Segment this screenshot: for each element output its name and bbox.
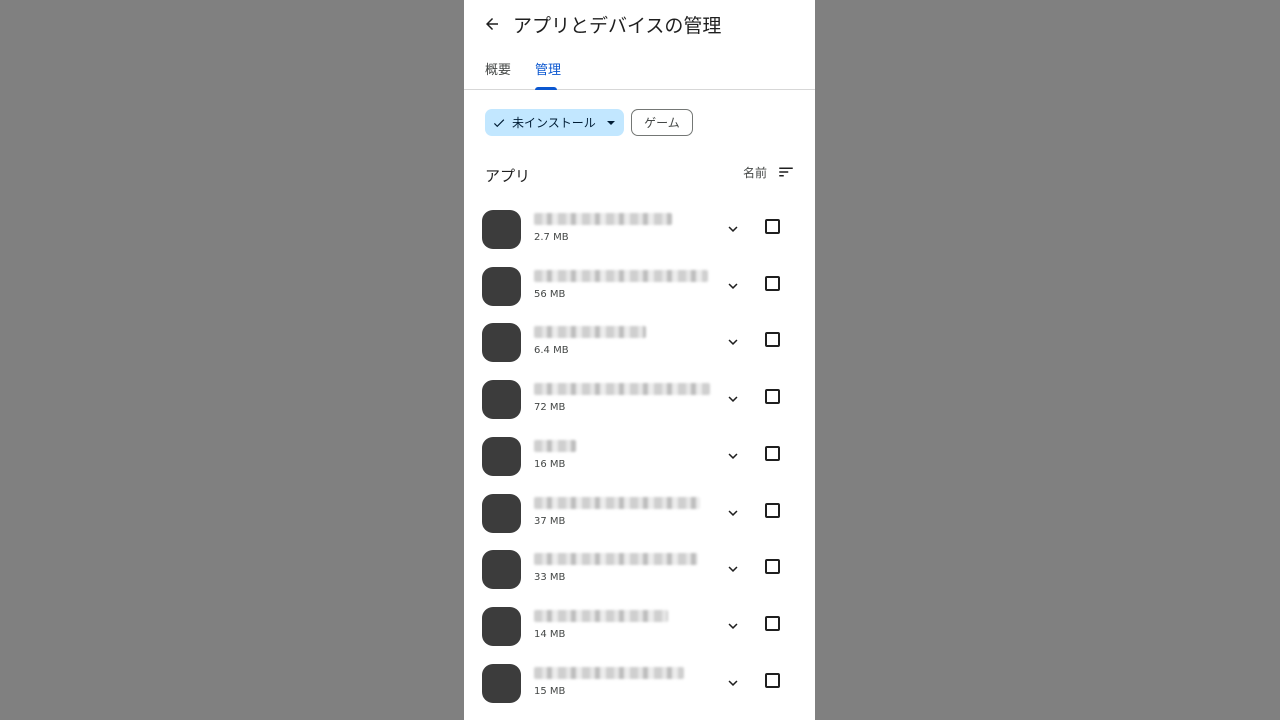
chevron-down-icon[interactable]	[724, 560, 742, 578]
select-checkbox[interactable]	[765, 673, 780, 688]
select-checkbox[interactable]	[765, 559, 780, 574]
chevron-down-icon[interactable]	[724, 617, 742, 635]
app-name-redacted	[534, 440, 576, 452]
app-name-redacted	[534, 270, 708, 282]
list-item[interactable]: 6.4 MB	[464, 313, 815, 369]
app-size: 56 MB	[534, 289, 566, 300]
phone-screen: アプリとデバイスの管理 概要 管理 未インストール ゲーム アプリ 名前 2.7…	[464, 0, 815, 720]
select-checkbox[interactable]	[765, 219, 780, 234]
back-button[interactable]	[476, 8, 508, 40]
active-tab-indicator	[535, 87, 557, 90]
list-item[interactable]: 56 MB	[464, 257, 815, 313]
app-icon	[482, 323, 521, 362]
chevron-down-icon[interactable]	[724, 447, 742, 465]
arrow-back-icon	[486, 18, 498, 30]
select-checkbox[interactable]	[765, 276, 780, 291]
game-chip-label: ゲーム	[644, 116, 680, 130]
chevron-down-icon[interactable]	[724, 504, 742, 522]
tab-manage[interactable]: 管理	[535, 59, 561, 78]
list-item[interactable]: 2.7 MB	[464, 200, 815, 256]
app-icon	[482, 437, 521, 476]
app-icon	[482, 210, 521, 249]
app-icon	[482, 550, 521, 589]
list-item[interactable]: 72 MB	[464, 370, 815, 426]
select-checkbox[interactable]	[765, 332, 780, 347]
sort-label: 名前	[743, 165, 768, 180]
app-size: 2.7 MB	[534, 232, 569, 243]
sort-icon	[779, 167, 793, 177]
sort-button[interactable]: 名前	[743, 163, 795, 181]
app-name-redacted	[534, 497, 700, 509]
app-icon	[482, 664, 521, 703]
app-size: 15 MB	[534, 686, 566, 697]
caret-down-icon	[606, 120, 615, 125]
app-icon	[482, 494, 521, 533]
app-size: 37 MB	[534, 516, 566, 527]
chevron-down-icon[interactable]	[724, 674, 742, 692]
select-checkbox[interactable]	[765, 389, 780, 404]
chevron-down-icon[interactable]	[724, 277, 742, 295]
list-item[interactable]: 37 MB	[464, 484, 815, 540]
not-installed-filter-chip[interactable]: 未インストール	[485, 109, 624, 136]
app-size: 16 MB	[534, 459, 566, 470]
app-name-redacted	[534, 326, 646, 338]
tab-bar: 概要 管理	[464, 48, 815, 90]
app-name-redacted	[534, 383, 710, 395]
app-size: 6.4 MB	[534, 345, 569, 356]
select-checkbox[interactable]	[765, 503, 780, 518]
app-name-redacted	[534, 610, 668, 622]
app-name-redacted	[534, 667, 684, 679]
app-icon	[482, 607, 521, 646]
chevron-down-icon[interactable]	[724, 333, 742, 351]
app-size: 14 MB	[534, 629, 566, 640]
game-filter-chip[interactable]: ゲーム	[631, 109, 693, 136]
filter-chip-label: 未インストール	[512, 116, 596, 130]
chevron-down-icon[interactable]	[724, 220, 742, 238]
select-checkbox[interactable]	[765, 446, 780, 461]
list-item[interactable]: 14 MB	[464, 597, 815, 653]
select-checkbox[interactable]	[765, 616, 780, 631]
chevron-down-icon[interactable]	[724, 390, 742, 408]
app-size: 33 MB	[534, 572, 566, 583]
app-name-redacted	[534, 213, 672, 225]
tab-overview[interactable]: 概要	[485, 59, 511, 78]
list-item[interactable]: 15 MB	[464, 654, 815, 710]
section-title: アプリ	[485, 167, 531, 185]
app-icon	[482, 380, 521, 419]
app-name-redacted	[534, 553, 698, 565]
check-icon	[493, 118, 505, 127]
app-size: 72 MB	[534, 402, 566, 413]
list-item[interactable]: 33 MB	[464, 540, 815, 596]
list-item[interactable]: 16 MB	[464, 427, 815, 483]
page-title: アプリとデバイスの管理	[513, 15, 722, 37]
top-app-bar: アプリとデバイスの管理	[464, 0, 815, 48]
app-icon	[482, 267, 521, 306]
